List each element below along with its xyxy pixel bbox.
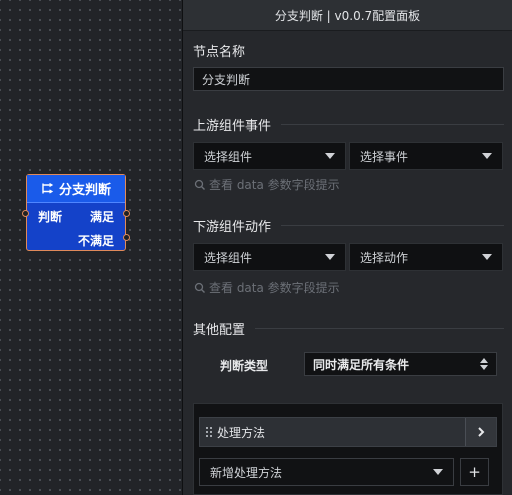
up-down-arrows-icon (480, 358, 488, 370)
hint-text: 查看 data 参数字段提示 (209, 281, 340, 295)
section-divider (281, 124, 504, 125)
upstream-event-value: 选择事件 (360, 149, 409, 164)
section-divider (281, 225, 504, 226)
handling-method-label: 处理方法 (217, 425, 266, 440)
chevron-down-icon (482, 254, 492, 260)
search-icon (194, 179, 206, 191)
node-header[interactable]: 分支判断 (27, 175, 125, 203)
chevron-down-icon (482, 153, 492, 159)
output-port-true[interactable] (123, 210, 130, 217)
node-input-label: 判断 (38, 210, 63, 224)
other-config-label: 其他配置 (193, 323, 246, 338)
node-output-true-label: 满足 (89, 210, 114, 224)
downstream-component-select[interactable]: 选择组件 (193, 243, 346, 271)
upstream-event-select[interactable]: 选择事件 (349, 142, 503, 170)
chevron-down-icon (325, 153, 335, 159)
handling-method-item[interactable]: 处理方法 (199, 417, 497, 447)
chevron-right-icon (478, 427, 485, 437)
downstream-action-value: 选择动作 (360, 250, 409, 265)
node-name-label: 节点名称 (193, 45, 246, 60)
panel-title: 分支判断 | v0.0.7配置面板 (183, 0, 512, 31)
hint-text: 查看 data 参数字段提示 (209, 178, 340, 192)
node-name-input[interactable]: 分支判断 (193, 67, 504, 91)
config-panel: 分支判断 | v0.0.7配置面板 节点名称 分支判断 上游组件事件 选择组件 … (183, 0, 512, 495)
judge-type-label: 判断类型 (220, 359, 269, 373)
downstream-actions-label: 下游组件动作 (193, 220, 272, 235)
upstream-component-value: 选择组件 (204, 149, 253, 164)
add-handling-method-select[interactable]: 新增处理方法 (199, 458, 454, 486)
branch-judge-node[interactable]: 分支判断 判断 满足 不满足 (22, 174, 130, 251)
downstream-data-hint[interactable]: 查看 data 参数字段提示 (194, 279, 340, 296)
branch-icon (41, 182, 54, 195)
chevron-down-icon (433, 469, 443, 475)
judge-type-value: 同时满足所有条件 (313, 357, 410, 372)
node-title: 分支判断 (58, 183, 111, 198)
judge-type-select[interactable]: 同时满足所有条件 (304, 352, 497, 376)
upstream-data-hint[interactable]: 查看 data 参数字段提示 (194, 176, 340, 193)
expand-button[interactable] (465, 418, 496, 446)
add-method-button[interactable]: + (460, 458, 489, 486)
flow-canvas[interactable]: 分支判断 判断 满足 不满足 (0, 0, 183, 495)
handling-methods-card: 处理方法 新增处理方法 + (193, 403, 503, 495)
upstream-events-label: 上游组件事件 (193, 119, 272, 134)
chevron-down-icon (325, 254, 335, 260)
downstream-action-select[interactable]: 选择动作 (349, 243, 503, 271)
downstream-component-value: 选择组件 (204, 250, 253, 265)
search-icon (194, 282, 206, 294)
section-divider (255, 328, 504, 329)
input-port[interactable] (22, 210, 29, 217)
add-handling-method-value: 新增处理方法 (210, 465, 283, 480)
node-output-false-label: 不满足 (77, 234, 114, 248)
drag-handle-icon[interactable] (206, 427, 212, 437)
output-port-false[interactable] (123, 234, 130, 241)
upstream-component-select[interactable]: 选择组件 (193, 142, 346, 170)
